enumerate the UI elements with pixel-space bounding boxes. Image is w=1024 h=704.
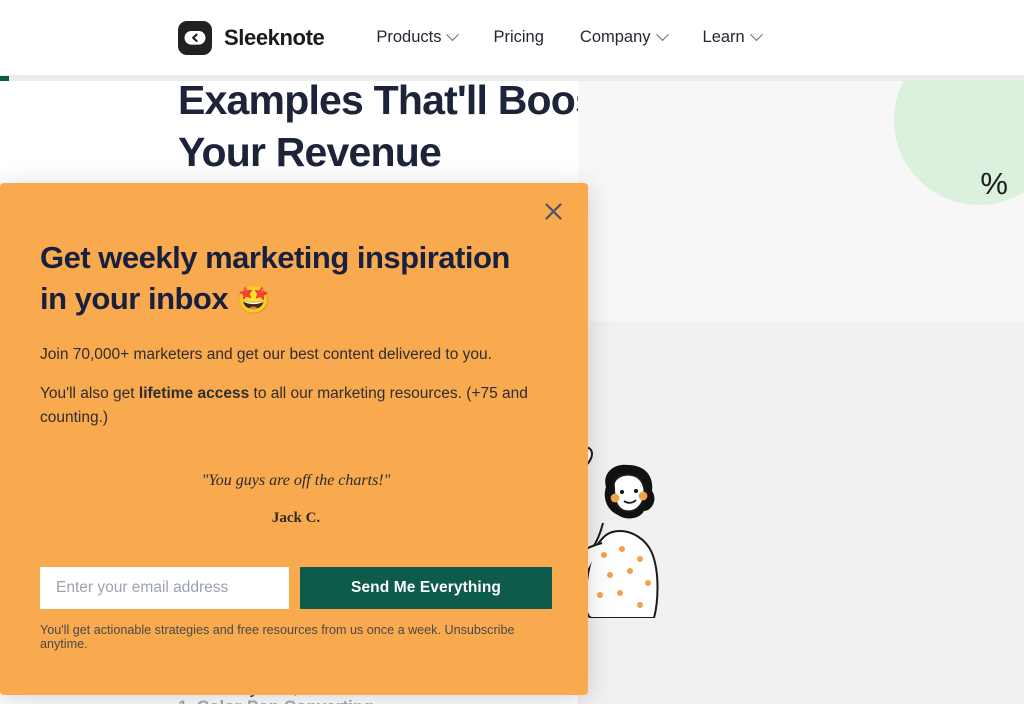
testimonial-quote: "You guys are off the charts!": [201, 472, 391, 490]
testimonial: "You guys are off the charts!" Jack C.: [40, 472, 552, 527]
submit-button[interactable]: Send Me Everything: [300, 567, 552, 610]
percent-badge: %: [980, 166, 1008, 201]
brand-logo[interactable]: Sleeknote: [178, 20, 325, 55]
site-header: Sleeknote Products Pricing Company Learn: [0, 0, 1024, 76]
signup-disclaimer: You'll get actionable strategies and fre…: [40, 623, 515, 652]
page-title-line-2: Your Revenue: [178, 129, 442, 176]
nav-item-products[interactable]: Products: [376, 28, 460, 47]
nav-item-company[interactable]: Company: [579, 28, 669, 47]
sleeknote-chevron-logo-icon: [178, 20, 212, 55]
nav-item-label: Company: [579, 28, 651, 46]
right-rail: %: [578, 81, 1024, 704]
chevron-down-icon: [655, 28, 669, 42]
brand-name: Sleeknote: [224, 24, 325, 50]
popup-body-2-pre: You'll also get: [40, 385, 139, 403]
popup-body-2-emphasis: lifetime access: [138, 385, 250, 403]
close-icon[interactable]: [540, 198, 566, 224]
newsletter-popup: Get weekly marketing inspiration in your…: [0, 183, 588, 695]
star-struck-emoji-icon: 🤩: [236, 283, 271, 315]
main-nav: Products Pricing Company Learn: [376, 28, 763, 47]
nav-item-pricing[interactable]: Pricing: [493, 28, 543, 47]
popup-title-line-2: in your inbox: [40, 280, 237, 316]
nav-item-label: Learn: [702, 28, 745, 46]
nav-item-label: Pricing: [493, 28, 544, 46]
email-input[interactable]: [40, 567, 289, 610]
popup-body-2: You'll also get lifetime access to all o…: [40, 382, 545, 430]
signup-form: Send Me Everything: [40, 567, 552, 610]
chevron-down-icon: [749, 28, 763, 42]
testimonial-author: Jack C.: [271, 510, 321, 527]
popup-title: Get weekly marketing inspiration in your…: [40, 238, 552, 319]
chevron-down-icon: [446, 28, 460, 42]
popup-title-line-1: Get weekly marketing inspiration: [40, 240, 510, 275]
nav-item-learn[interactable]: Learn: [702, 28, 763, 47]
rail-card: %: [578, 81, 1024, 321]
page-title-line-1: Examples That'll Boost: [178, 81, 578, 123]
under-popup-text-fragment: 1. Color-Pop Converting: [178, 697, 374, 704]
popup-body-1: Join 70,000+ marketers and get our best …: [40, 346, 492, 364]
nav-item-label: Products: [376, 28, 442, 46]
page-title: Examples That'll Boost Your Revenue: [178, 81, 578, 179]
